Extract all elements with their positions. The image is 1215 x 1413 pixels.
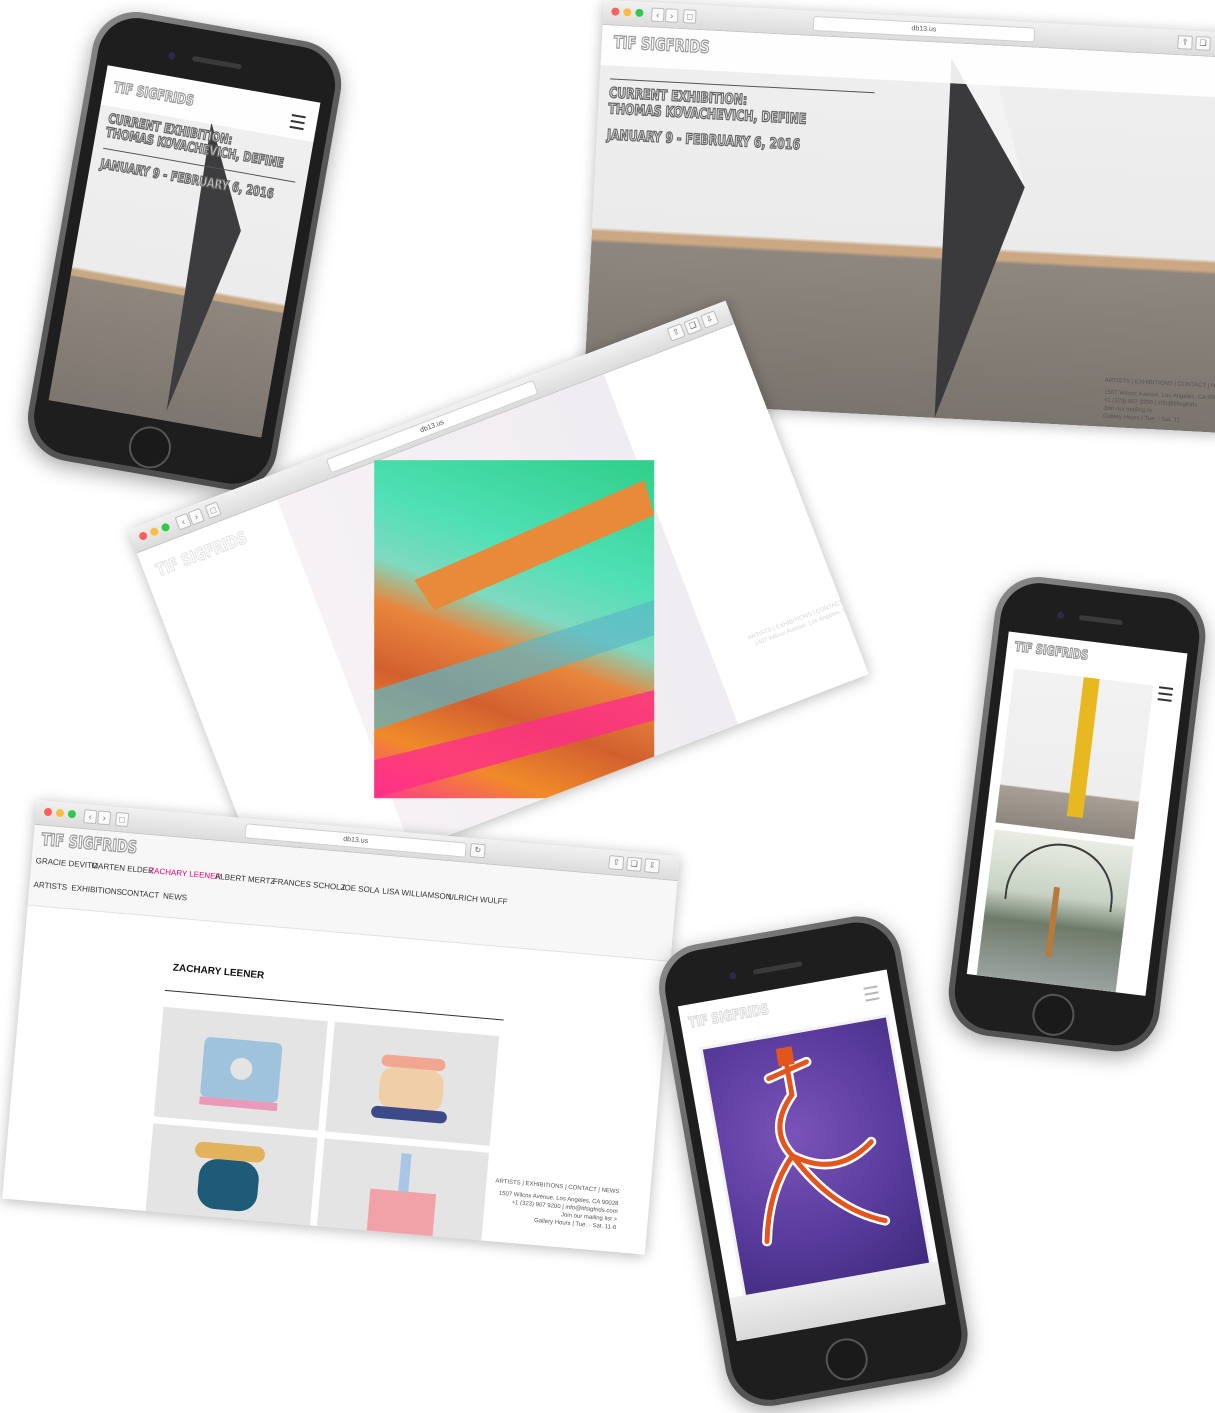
hamburger-menu-icon[interactable] (863, 985, 880, 1002)
sidebar-icon[interactable]: □ (682, 9, 697, 24)
yellow-column-sculpture (1066, 676, 1100, 818)
close-window-button[interactable] (611, 7, 620, 16)
artwork-brush-strokes (374, 480, 655, 799)
download-icon[interactable]: ⇩ (700, 310, 720, 329)
artwork-thumbnail-key-sculpture[interactable] (316, 1138, 489, 1243)
artwork-thumbnail-teal-sculpture[interactable] (145, 1123, 318, 1228)
artwork-thumbnail-ring-sculpture[interactable] (153, 1006, 328, 1131)
zoom-window-button[interactable] (635, 8, 644, 18)
close-window-button[interactable] (137, 530, 149, 542)
zoom-window-button[interactable] (160, 522, 171, 533)
share-icon[interactable]: ⇧ (1177, 35, 1193, 50)
phone-mockup-exhibition: TIF SIGFRIDS CURRENT EXHIBITION: THOMAS … (20, 5, 349, 497)
phone-mockup-painting: TIF SIGFRIDS (652, 909, 975, 1413)
zoom-window-button[interactable] (67, 809, 77, 819)
footer-block: ARTISTS | EXHIBITIONS | CONTACT | NE 150… (1103, 377, 1215, 427)
hamburger-menu-icon[interactable] (1157, 686, 1174, 702)
minimize-window-button[interactable] (149, 526, 160, 537)
forward-chevron-icon[interactable]: › (97, 810, 112, 826)
minimize-window-button[interactable] (55, 808, 65, 818)
footer-block: ARTISTS | EXHIBITIONS | CONTACT | NEWS 1… (492, 1177, 620, 1232)
artwork-thumbnail-yellow-column[interactable] (995, 668, 1154, 840)
window-arch (1004, 837, 1119, 913)
artist-heading: ZACHARY LEENER (172, 962, 265, 982)
footer-block: ARTISTS | EXHIBITIONS | CONTACT | NEWS 1… (747, 591, 869, 651)
artwork-thumbnail-installation[interactable] (976, 829, 1134, 993)
phone-mockup-artist-grid: TIF SIGFRIDS (943, 572, 1211, 1057)
sidebar-icon[interactable]: □ (115, 811, 130, 828)
back-chevron-icon[interactable]: ‹ (650, 7, 665, 23)
key-shaft (398, 1153, 412, 1194)
artwork-thumbnail-feet-sculpture[interactable] (325, 1021, 500, 1146)
reload-icon[interactable]: ↻ (469, 842, 486, 859)
tabs-icon[interactable]: ❏ (626, 856, 643, 872)
footer-address: 1507 Wilcox Avenue, Los Angeles, CA 9002… (754, 599, 869, 648)
close-window-button[interactable] (43, 807, 53, 817)
back-chevron-icon[interactable]: ‹ (83, 809, 98, 825)
hamburger-menu-icon[interactable] (289, 113, 306, 131)
teal-legs (196, 1157, 261, 1213)
tabs-icon[interactable]: ❏ (683, 316, 703, 336)
download-icon[interactable]: ⇩ (644, 858, 661, 874)
footer-nav[interactable]: ARTISTS | EXHIBITIONS | CONTACT | NEWS (747, 591, 866, 643)
artwork-lightbox-image[interactable] (374, 460, 655, 799)
painting-image[interactable] (699, 1013, 933, 1300)
share-icon[interactable]: ⇧ (608, 855, 625, 871)
pink-block (366, 1188, 437, 1239)
site-logo[interactable]: TIF SIGFRIDS (1013, 640, 1089, 664)
tabs-icon[interactable]: ❏ (1195, 36, 1211, 51)
sidebar-icon[interactable]: □ (204, 501, 222, 520)
minimize-window-button[interactable] (623, 8, 632, 17)
site-logo[interactable]: TIF SIGFRIDS (687, 1000, 771, 1032)
painting-figure (762, 1046, 891, 1247)
forward-chevron-icon[interactable]: › (664, 8, 679, 23)
browser-window-artist-page: ‹ › □ db13.us ↻ ⇧ ❏ ⇩ TIF SIGFRIDS GRACI… (2, 800, 680, 1255)
share-icon[interactable]: ⇧ (666, 323, 686, 342)
